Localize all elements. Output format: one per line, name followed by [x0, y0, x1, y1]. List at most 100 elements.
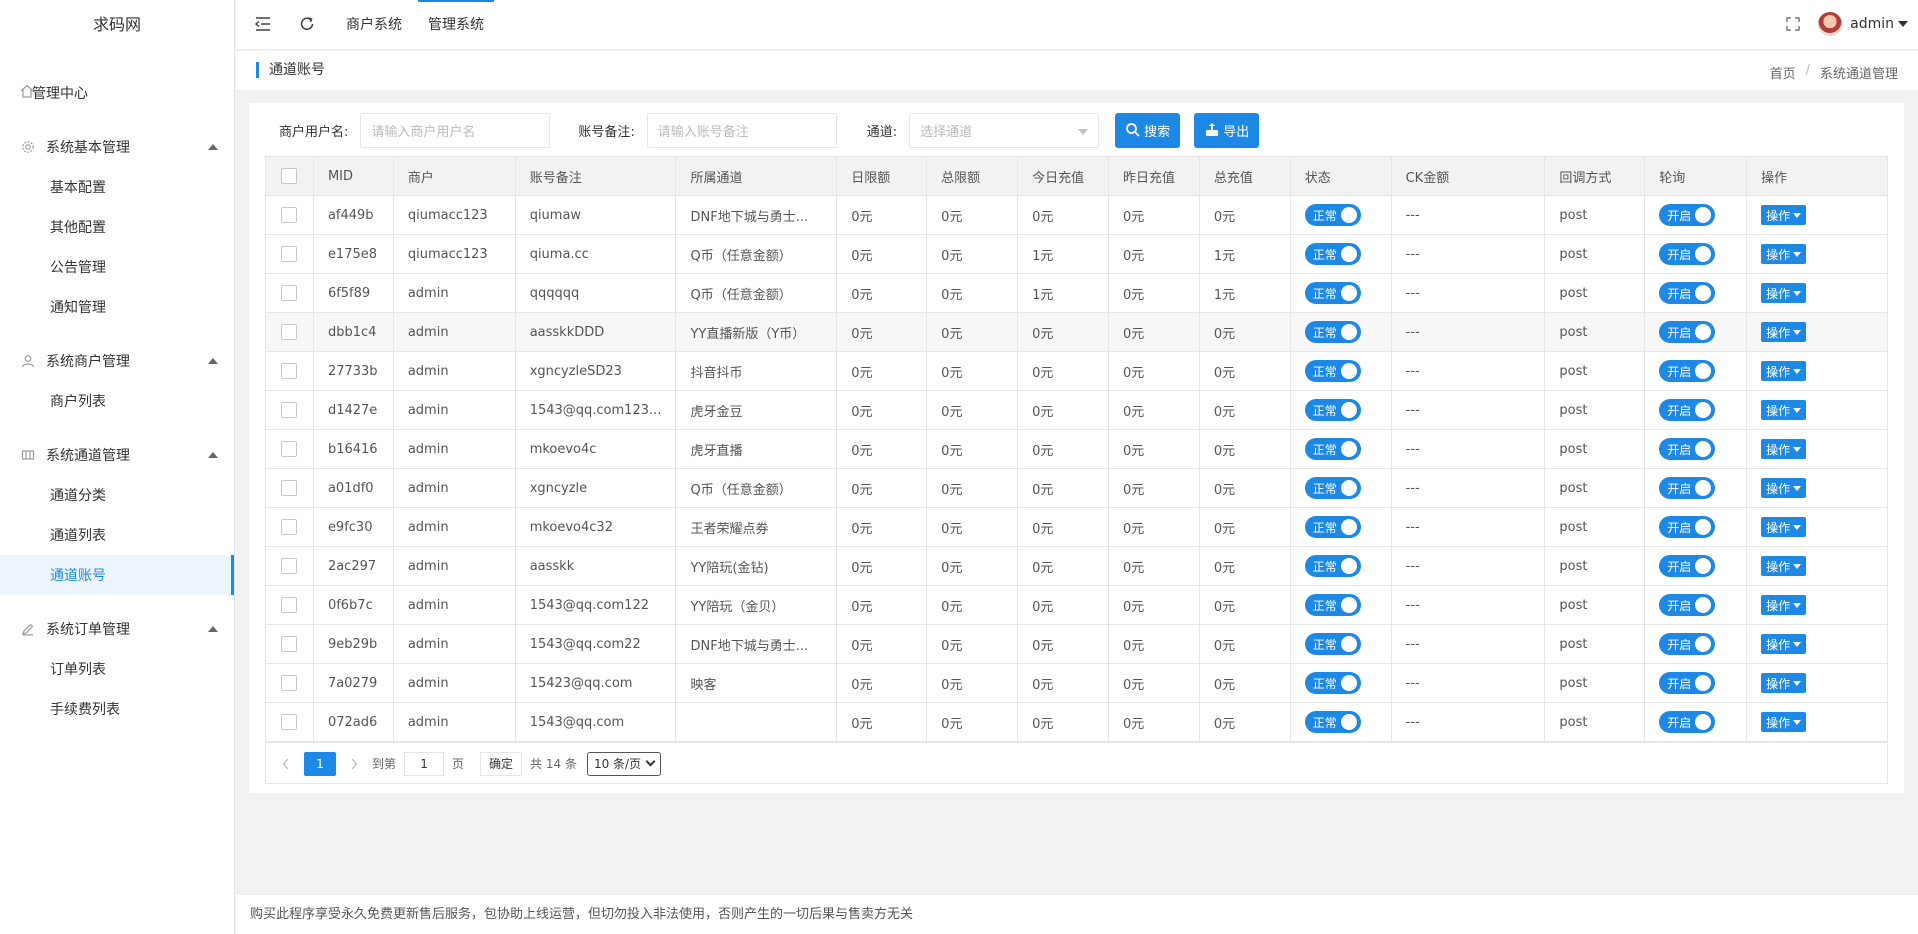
- sidebar-group-basic[interactable]: 系统基本管理: [0, 127, 234, 167]
- status-toggle[interactable]: 正常: [1304, 516, 1361, 538]
- table-row[interactable]: b16416 admin mkoevo4c 虎牙直播 0元 0元 0元 0元 0元 正常 --- po…: [266, 430, 1887, 469]
- poll-toggle[interactable]: 开启: [1659, 555, 1716, 577]
- poll-toggle[interactable]: 开启: [1659, 438, 1716, 460]
- operation-dropdown-button[interactable]: 操作: [1761, 400, 1807, 420]
- refresh-icon[interactable]: [298, 15, 316, 33]
- sidebar-group-merchant[interactable]: 系统商户管理: [0, 341, 234, 381]
- logo[interactable]: 求码网: [0, 0, 234, 50]
- sidebar-item-notice[interactable]: 公告管理: [0, 247, 234, 287]
- table-row[interactable]: e175e8 qiumacc123 qiuma.cc Q币（任意金额） 0元 0元 1元 0元…: [266, 235, 1887, 274]
- row-checkbox[interactable]: [281, 636, 298, 652]
- operation-dropdown-button[interactable]: 操作: [1761, 439, 1807, 459]
- merchant-input[interactable]: 请输入商户用户名: [360, 112, 551, 148]
- row-checkbox[interactable]: [281, 519, 298, 535]
- status-toggle[interactable]: 正常: [1304, 282, 1361, 304]
- operation-dropdown-button[interactable]: 操作: [1761, 244, 1807, 264]
- table-row[interactable]: d1427e admin 1543@qq.com123... 虎牙金豆 0元 0元 0元 0元…: [266, 391, 1887, 430]
- sidebar-group-order[interactable]: 系统订单管理: [0, 609, 234, 649]
- status-toggle[interactable]: 正常: [1304, 633, 1361, 655]
- sidebar-item-order-list[interactable]: 订单列表: [0, 649, 234, 689]
- sidebar-item-channel-list[interactable]: 通道列表: [0, 515, 234, 555]
- operation-dropdown-button[interactable]: 操作: [1761, 673, 1807, 693]
- page-size-select[interactable]: 10 条/页: [586, 751, 662, 776]
- row-checkbox[interactable]: [281, 207, 298, 223]
- operation-dropdown-button[interactable]: 操作: [1761, 283, 1807, 303]
- status-toggle[interactable]: 正常: [1304, 438, 1361, 460]
- row-checkbox[interactable]: [281, 441, 298, 457]
- status-toggle[interactable]: 正常: [1304, 360, 1361, 382]
- poll-toggle[interactable]: 开启: [1659, 672, 1716, 694]
- select-all-checkbox[interactable]: [281, 168, 298, 184]
- sidebar-item-channel-account[interactable]: 通道账号: [0, 555, 234, 595]
- table-row[interactable]: 2ac297 admin aasskk YY陪玩(金钻) 0元 0元 0元 0元 0元 正常 ---…: [266, 547, 1887, 586]
- table-row[interactable]: 0f6b7c admin 1543@qq.com122 YY陪玩（金贝） 0元 0元 0元 0…: [266, 586, 1887, 625]
- table-row[interactable]: 9eb29b admin 1543@qq.com22 DNF地下城与勇士... 0元 0元…: [266, 625, 1887, 664]
- poll-toggle[interactable]: 开启: [1659, 243, 1716, 265]
- operation-dropdown-button[interactable]: 操作: [1761, 712, 1807, 732]
- row-checkbox[interactable]: [281, 363, 298, 379]
- poll-toggle[interactable]: 开启: [1659, 399, 1716, 421]
- sidebar-item-basic-config[interactable]: 基本配置: [0, 167, 234, 207]
- table-row[interactable]: e9fc30 admin mkoevo4c32 王者荣耀点券 0元 0元 0元 0元 0元 正常 -…: [266, 508, 1887, 547]
- status-toggle[interactable]: 正常: [1304, 594, 1361, 616]
- status-toggle[interactable]: 正常: [1304, 204, 1361, 226]
- row-checkbox[interactable]: [281, 558, 298, 574]
- row-checkbox[interactable]: [281, 324, 298, 340]
- table-row[interactable]: a01df0 admin xgncyzle Q币（任意金额） 0元 0元 0元 0元 0元 正常 -…: [266, 469, 1887, 508]
- row-checkbox[interactable]: [281, 597, 298, 613]
- page-current[interactable]: 1: [304, 751, 336, 776]
- row-checkbox[interactable]: [281, 402, 298, 418]
- poll-toggle[interactable]: 开启: [1659, 594, 1716, 616]
- row-checkbox[interactable]: [281, 675, 298, 691]
- operation-dropdown-button[interactable]: 操作: [1761, 556, 1807, 576]
- prev-page-icon[interactable]: [276, 752, 296, 776]
- status-toggle[interactable]: 正常: [1304, 555, 1361, 577]
- status-toggle[interactable]: 正常: [1304, 243, 1361, 265]
- status-toggle[interactable]: 正常: [1304, 672, 1361, 694]
- table-row[interactable]: 6f5f89 admin qqqqqq Q币（任意金额） 0元 0元 1元 0元 1元 正常 ---…: [266, 274, 1887, 313]
- poll-toggle[interactable]: 开启: [1659, 633, 1716, 655]
- fullscreen-icon[interactable]: [1784, 15, 1802, 33]
- row-checkbox[interactable]: [281, 714, 298, 730]
- status-toggle[interactable]: 正常: [1304, 711, 1361, 733]
- export-button[interactable]: 导出: [1194, 112, 1260, 148]
- poll-toggle[interactable]: 开启: [1659, 282, 1716, 304]
- user-menu[interactable]: admin: [1818, 12, 1908, 36]
- sidebar-item-other-config[interactable]: 其他配置: [0, 207, 234, 247]
- operation-dropdown-button[interactable]: 操作: [1761, 205, 1807, 225]
- status-toggle[interactable]: 正常: [1304, 477, 1361, 499]
- sidebar-item-merchant-list[interactable]: 商户列表: [0, 381, 234, 421]
- poll-toggle[interactable]: 开启: [1659, 711, 1716, 733]
- sidebar-item-fee-list[interactable]: 手续费列表: [0, 689, 234, 729]
- sidebar-item-channel-category[interactable]: 通道分类: [0, 475, 234, 515]
- table-row[interactable]: 27733b admin xgncyzleSD23 抖音抖币 0元 0元 0元 0元 0元 正常 -…: [266, 352, 1887, 391]
- operation-dropdown-button[interactable]: 操作: [1761, 361, 1807, 381]
- goto-input[interactable]: 1: [404, 751, 445, 776]
- table-row[interactable]: 072ad6 admin 1543@qq.com 0元 0元 0元 0元 0元 正常 --- pos…: [266, 703, 1887, 742]
- table-row[interactable]: af449b qiumacc123 qiumaw DNF地下城与勇士... 0元 0元 0元…: [266, 196, 1887, 235]
- poll-toggle[interactable]: 开启: [1659, 516, 1716, 538]
- operation-dropdown-button[interactable]: 操作: [1761, 478, 1807, 498]
- sidebar-item-home[interactable]: 管理中心: [0, 73, 234, 113]
- status-toggle[interactable]: 正常: [1304, 321, 1361, 343]
- operation-dropdown-button[interactable]: 操作: [1761, 595, 1807, 615]
- operation-dropdown-button[interactable]: 操作: [1761, 634, 1807, 654]
- operation-dropdown-button[interactable]: 操作: [1761, 322, 1807, 342]
- poll-toggle[interactable]: 开启: [1659, 204, 1716, 226]
- search-button[interactable]: 搜索: [1115, 112, 1181, 148]
- tab-merchant-system[interactable]: 商户系统: [346, 0, 402, 50]
- breadcrumb-home[interactable]: 首页: [1770, 63, 1796, 82]
- table-row[interactable]: dbb1c4 admin aasskkDDD YY直播新版（Y币） 0元 0元 0元 0元 0元…: [266, 313, 1887, 352]
- poll-toggle[interactable]: 开启: [1659, 321, 1716, 343]
- row-checkbox[interactable]: [281, 480, 298, 496]
- tab-admin-system[interactable]: 管理系统: [418, 0, 494, 50]
- poll-toggle[interactable]: 开启: [1659, 360, 1716, 382]
- sidebar-group-channel[interactable]: 系统通道管理: [0, 435, 234, 475]
- table-row[interactable]: 7a0279 admin 15423@qq.com 映客 0元 0元 0元 0元 0元 正常 ---…: [266, 664, 1887, 703]
- menu-toggle-icon[interactable]: [254, 15, 272, 33]
- channel-select[interactable]: 选择通道: [909, 112, 1100, 148]
- remark-input[interactable]: 请输入账号备注: [646, 112, 837, 148]
- status-toggle[interactable]: 正常: [1304, 399, 1361, 421]
- sidebar-item-notify[interactable]: 通知管理: [0, 287, 234, 327]
- next-page-icon[interactable]: [344, 752, 364, 776]
